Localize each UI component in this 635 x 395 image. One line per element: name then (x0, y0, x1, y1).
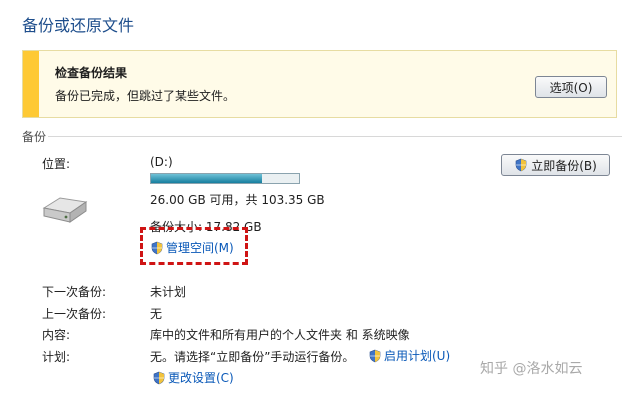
options-button[interactable]: 选项(O) (535, 76, 607, 98)
change-settings-label: 更改设置(C) (168, 371, 234, 385)
location-value: (D:) (150, 155, 173, 169)
banner-title: 检查备份结果 (55, 66, 128, 80)
backup-now-label: 立即备份(B) (531, 158, 597, 173)
status-banner: 检查备份结果 备份已完成，但跳过了某些文件。 选项(O) (22, 50, 617, 118)
next-backup-label: 下一次备份: (42, 285, 107, 299)
watermark: 知乎 @洛水如云 (480, 361, 583, 377)
backup-now-button[interactable]: 立即备份(B) (501, 154, 610, 176)
schedule-label: 计划: (42, 350, 71, 364)
section-label: 备份 (22, 130, 47, 144)
space-info: 26.00 GB 可用，共 103.35 GB (150, 193, 325, 207)
disk-usage-bar (150, 173, 300, 184)
highlight-box (140, 227, 248, 265)
change-settings-link[interactable]: 更改设置(C) (152, 369, 234, 386)
shield-icon (153, 371, 165, 384)
location-label: 位置: (42, 157, 71, 171)
banner-message: 备份已完成，但跳过了某些文件。 (55, 89, 236, 103)
section-divider (48, 136, 622, 137)
last-backup-value: 无 (150, 307, 163, 321)
shield-icon (515, 158, 527, 172)
contents-value: 库中的文件和所有用户的个人文件夹 和 系统映像 (150, 328, 410, 342)
schedule-value: 无。请选择“立即备份”手动运行备份。 (150, 350, 355, 364)
next-backup-value: 未计划 (150, 285, 187, 299)
page-title: 备份或还原文件 (22, 16, 135, 35)
shield-icon (369, 349, 381, 362)
enable-schedule-link[interactable]: 启用计划(U) (368, 347, 450, 364)
drive-icon (42, 197, 88, 223)
enable-schedule-label: 启用计划(U) (384, 349, 451, 363)
disk-usage-fill (151, 174, 262, 183)
contents-label: 内容: (42, 328, 71, 342)
warning-stripe (23, 51, 39, 117)
last-backup-label: 上一次备份: (42, 307, 107, 321)
